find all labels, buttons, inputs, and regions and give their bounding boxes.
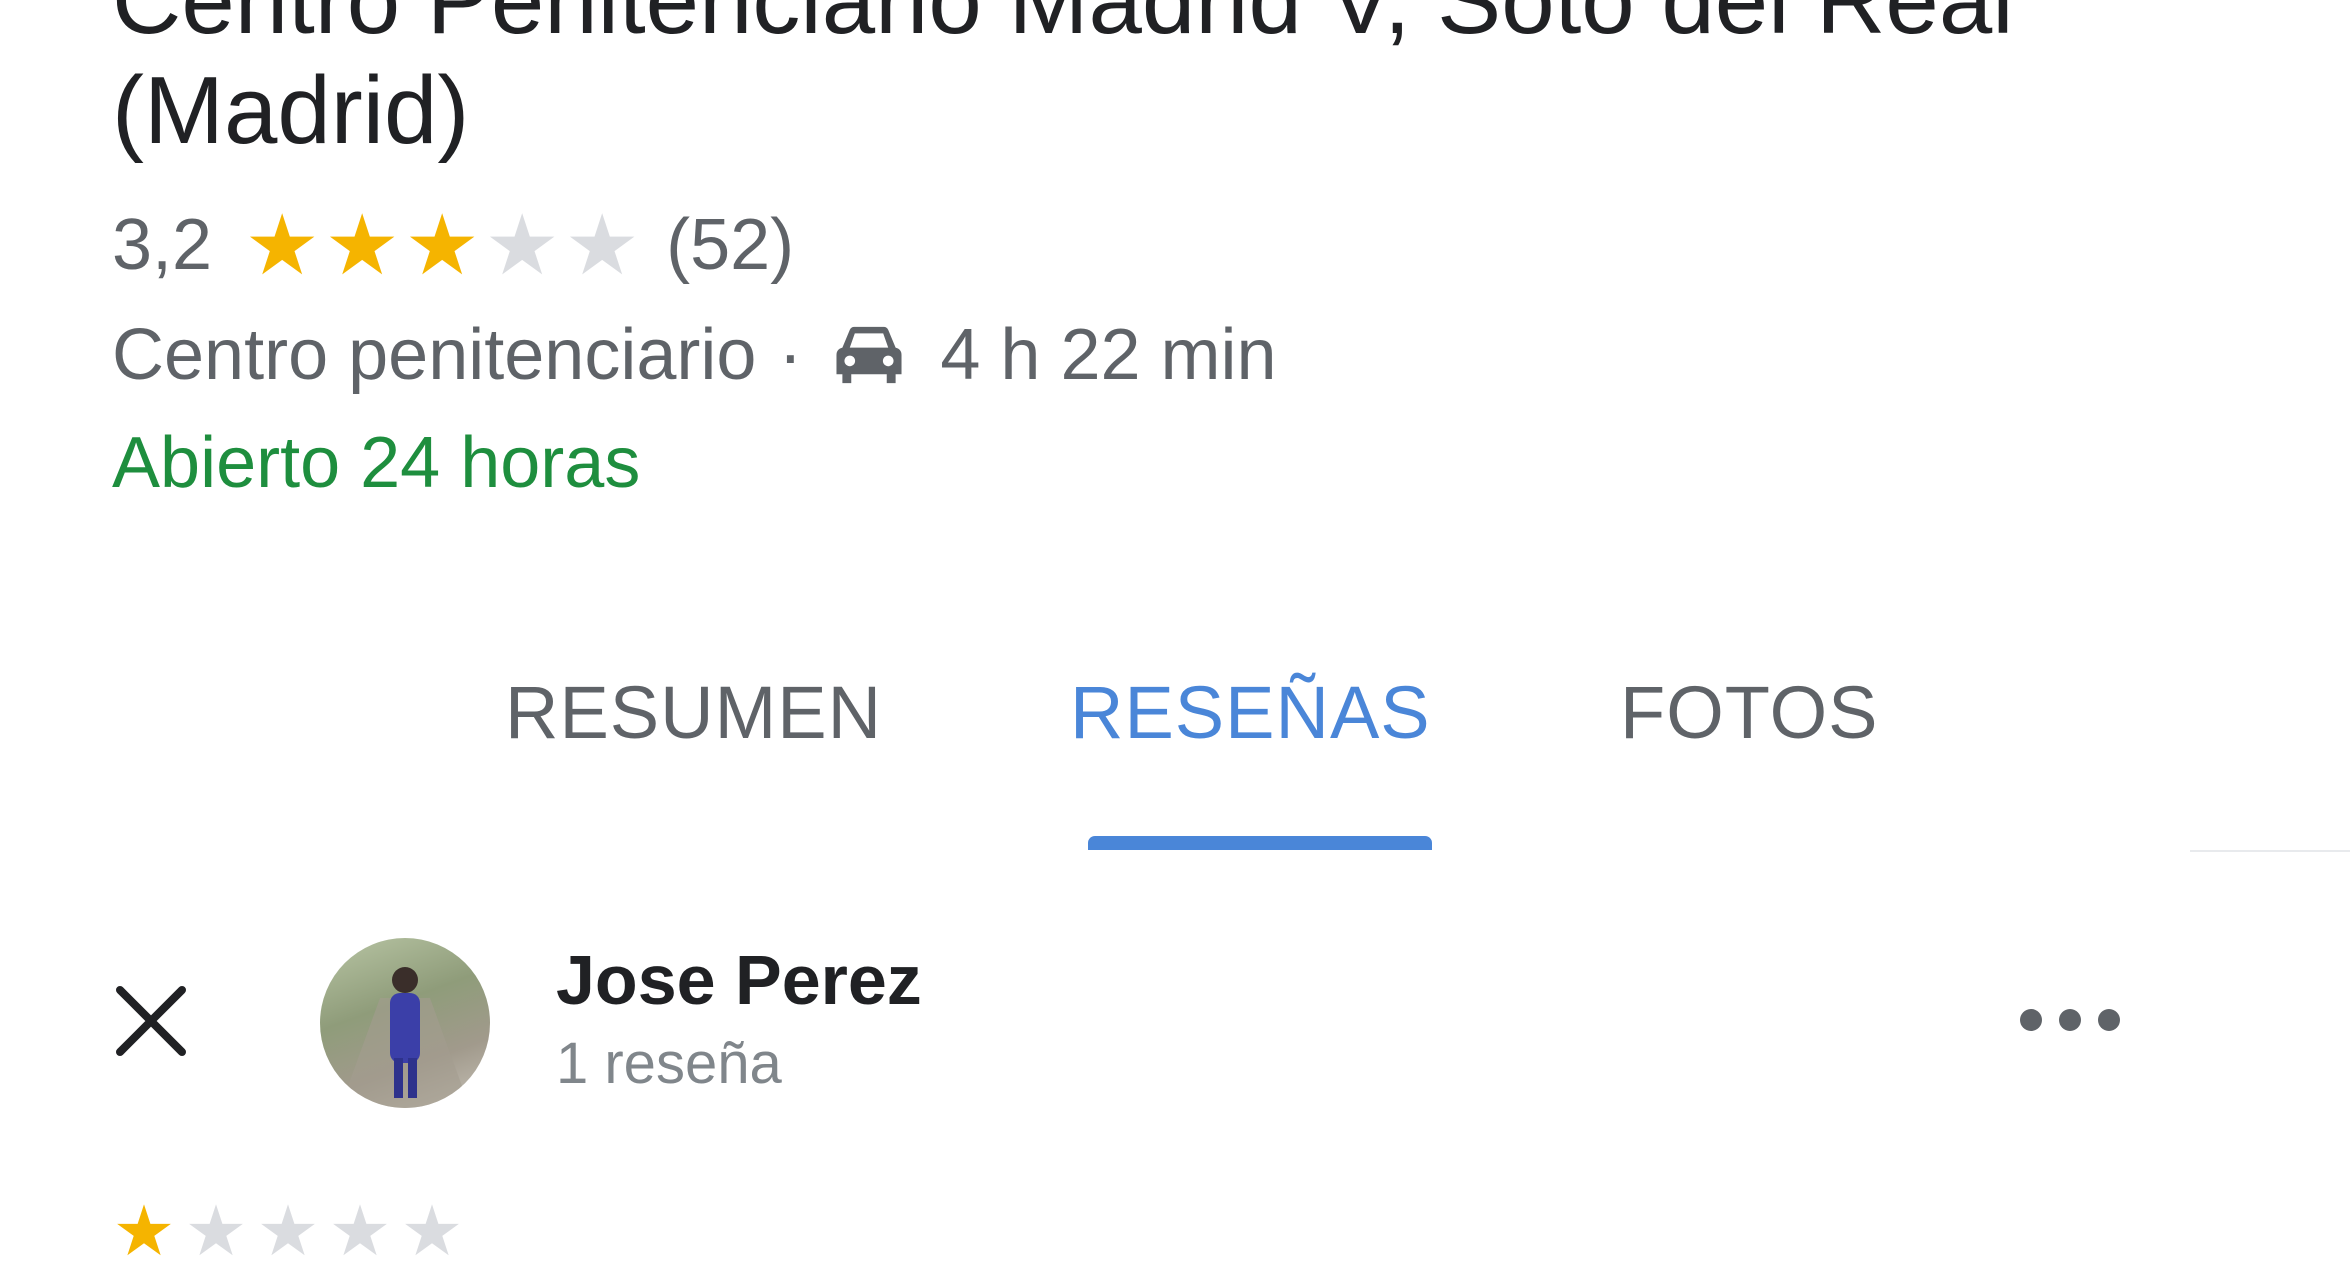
opening-hours-status[interactable]: Abierto 24 horas xyxy=(112,415,640,511)
rating-row: 3,2 ★ ★ ★ ★ ★ (52) xyxy=(112,195,794,295)
close-icon[interactable] xyxy=(108,978,194,1064)
review-rating-stars: ★ ★ ★ ★ ★ xyxy=(108,1196,468,1266)
place-title-line-1: Centro Penitenciario Madrid V, Soto del … xyxy=(112,0,2014,54)
star-icon: ★ xyxy=(328,1192,392,1270)
star-icon: ★ xyxy=(244,198,320,292)
star-icon: ★ xyxy=(256,1192,320,1270)
place-title: Centro Penitenciario Madrid V, Soto del … xyxy=(112,0,2350,166)
star-icon: ★ xyxy=(564,198,640,292)
tab-fotos[interactable]: FOTOS xyxy=(1620,670,1879,755)
avatar[interactable] xyxy=(320,938,490,1108)
dot xyxy=(2059,1009,2081,1031)
reviewer-review-count: 1 reseña xyxy=(556,1031,782,1096)
star-icon: ★ xyxy=(184,1192,248,1270)
more-horiz-icon[interactable] xyxy=(2020,1000,2120,1040)
rating-stars: ★ ★ ★ ★ ★ xyxy=(242,203,642,287)
active-tab-indicator xyxy=(1088,836,1432,850)
star-icon: ★ xyxy=(404,198,480,292)
drive-time: 4 h 22 min xyxy=(940,315,1277,395)
place-category: Centro penitenciario xyxy=(112,315,757,395)
tab-resenas[interactable]: RESEÑAS xyxy=(1070,670,1431,755)
reviewer-name[interactable]: Jose Perez xyxy=(556,940,922,1020)
dot xyxy=(2098,1009,2120,1031)
car-icon xyxy=(830,321,908,389)
star-icon: ★ xyxy=(400,1192,464,1270)
tabs-divider xyxy=(2190,850,2350,852)
dot xyxy=(2020,1009,2042,1031)
rating-value: 3,2 xyxy=(112,205,213,285)
star-icon: ★ xyxy=(112,1192,176,1270)
tab-bar: RESUMEN RESEÑAS FOTOS xyxy=(0,640,2350,860)
review-header: Jose Perez 1 reseña xyxy=(0,920,2350,1120)
separator: · xyxy=(778,315,803,395)
star-icon: ★ xyxy=(484,198,560,292)
place-title-line-2: (Madrid) xyxy=(112,57,470,164)
tab-resumen[interactable]: RESUMEN xyxy=(505,670,882,755)
meta-row: Centro penitenciario · 4 h 22 min xyxy=(112,305,1277,405)
review-count-link[interactable]: (52) xyxy=(666,204,794,286)
star-icon: ★ xyxy=(324,198,400,292)
